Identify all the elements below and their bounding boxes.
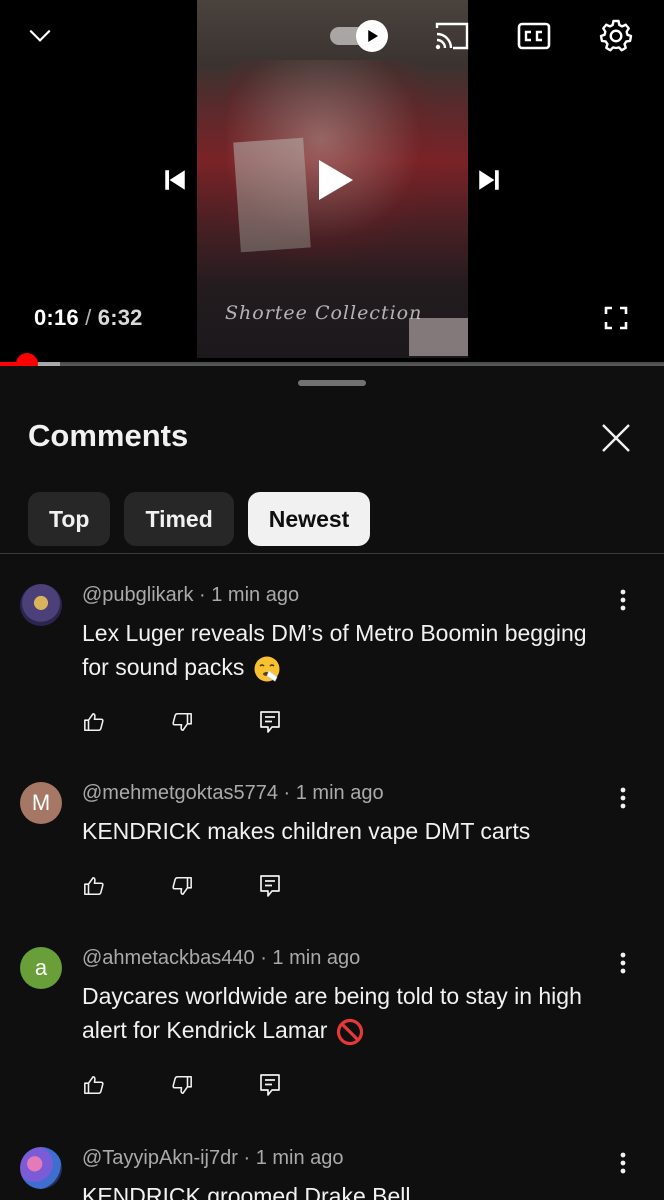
comment-text: KENDRICK groomed Drake Bell bbox=[82, 1183, 411, 1200]
autoplay-toggle[interactable] bbox=[330, 18, 392, 54]
more-vert-icon bbox=[620, 787, 626, 809]
comment-meta: @TayyipAkn-ij7dr · 1 min ago bbox=[82, 1147, 344, 1169]
prohibited-icon bbox=[336, 1018, 363, 1046]
comment-text: KENDRICK makes children vape DMT carts bbox=[82, 818, 531, 844]
play-button[interactable] bbox=[300, 145, 370, 215]
close-icon bbox=[602, 424, 630, 452]
skip-previous-icon bbox=[165, 170, 185, 190]
closed-captions-icon bbox=[517, 22, 551, 50]
comments-title: Comments bbox=[28, 418, 189, 453]
thumbs-up-icon bbox=[84, 712, 104, 732]
video-player[interactable]: Shortee Collection 0:16 / 6:32 bbox=[0, 0, 664, 364]
comment-time: 1 min ago bbox=[211, 584, 300, 606]
comment-time: 1 min ago bbox=[255, 1147, 344, 1169]
comment-time: 1 min ago bbox=[295, 782, 384, 804]
autoplay-toggle-icon bbox=[356, 20, 388, 52]
comment-actions bbox=[72, 700, 336, 744]
avatar[interactable]: M bbox=[20, 782, 62, 824]
comment-text-block: KENDRICK makes children vape DMT carts bbox=[82, 814, 592, 848]
comment-menu-button[interactable] bbox=[605, 941, 641, 985]
comment-meta: @pubglikark · 1 min ago bbox=[82, 584, 300, 606]
reply-button[interactable] bbox=[248, 864, 292, 908]
comment-actions bbox=[72, 864, 336, 908]
like-button[interactable] bbox=[72, 864, 116, 908]
chip-top[interactable]: Top bbox=[28, 492, 111, 546]
reply-icon bbox=[260, 1074, 280, 1096]
dislike-button[interactable] bbox=[160, 1063, 204, 1107]
comment-text: Lex Luger reveals DM’s of Metro Boomin b… bbox=[82, 620, 587, 680]
reply-button[interactable] bbox=[248, 1063, 292, 1107]
video-watermark: Shortee Collection bbox=[225, 302, 423, 324]
comments-panel: Comments Top Timed Newest @pubglikark · … bbox=[0, 366, 664, 1200]
comment-author[interactable]: @TayyipAkn-ij7dr bbox=[82, 1147, 238, 1169]
comment-menu-button[interactable] bbox=[605, 776, 641, 820]
comment-filter-chips: Top Timed Newest bbox=[28, 492, 371, 546]
comment-author[interactable]: @mehmetgoktas5774 bbox=[82, 782, 278, 804]
like-button[interactable] bbox=[72, 700, 116, 744]
more-vert-icon bbox=[620, 589, 626, 611]
drag-handle[interactable] bbox=[298, 380, 366, 386]
fullscreen-icon bbox=[604, 306, 628, 330]
next-button[interactable] bbox=[464, 155, 514, 205]
comment-menu-button[interactable] bbox=[605, 1141, 641, 1185]
total-time: 6:32 bbox=[97, 305, 143, 330]
thumbs-down-icon bbox=[172, 876, 192, 896]
avatar-letter: M bbox=[31, 790, 51, 815]
thumbs-down-icon bbox=[172, 1075, 192, 1095]
comment-text-block: Lex Luger reveals DM’s of Metro Boomin b… bbox=[82, 616, 592, 684]
cast-button[interactable] bbox=[430, 14, 474, 58]
comment-text: Daycares worldwide are being told to sta… bbox=[82, 983, 582, 1043]
comment-text-block: KENDRICK groomed Drake Bell bbox=[82, 1179, 592, 1200]
more-vert-icon bbox=[620, 1152, 626, 1174]
captions-button[interactable] bbox=[512, 14, 556, 58]
time-separator: / bbox=[78, 305, 98, 330]
comment-menu-button[interactable] bbox=[605, 578, 641, 622]
dislike-button[interactable] bbox=[160, 864, 204, 908]
current-time: 0:16 bbox=[34, 305, 79, 330]
dislike-button[interactable] bbox=[160, 700, 204, 744]
close-comments-button[interactable] bbox=[594, 416, 638, 460]
avatar[interactable] bbox=[20, 1147, 62, 1189]
settings-button[interactable] bbox=[594, 14, 638, 58]
chevron-down-icon bbox=[29, 29, 51, 42]
thumbs-down-icon bbox=[172, 712, 192, 732]
comment-meta: @mehmetgoktas5774 · 1 min ago bbox=[82, 782, 384, 804]
avatar[interactable]: a bbox=[20, 947, 62, 989]
play-icon bbox=[319, 160, 353, 200]
chip-newest[interactable]: Newest bbox=[247, 492, 371, 546]
avatar[interactable] bbox=[20, 584, 62, 626]
avatar-letter: a bbox=[34, 955, 48, 980]
comment-time: 1 min ago bbox=[272, 947, 361, 969]
sneezing-face-icon bbox=[254, 656, 280, 682]
reply-icon bbox=[260, 711, 280, 733]
previous-button[interactable] bbox=[150, 155, 200, 205]
cast-icon bbox=[435, 22, 469, 50]
time-display: 0:16 / 6:32 bbox=[34, 305, 143, 331]
thumbs-up-icon bbox=[84, 876, 104, 896]
thumbs-up-icon bbox=[84, 1075, 104, 1095]
more-vert-icon bbox=[620, 952, 626, 974]
comment-text-block: Daycares worldwide are being told to sta… bbox=[82, 979, 592, 1047]
gear-icon bbox=[599, 19, 633, 52]
comment-author[interactable]: @pubglikark bbox=[82, 584, 193, 606]
divider bbox=[0, 553, 664, 554]
like-button[interactable] bbox=[72, 1063, 116, 1107]
comment-meta: @ahmetackbas440 · 1 min ago bbox=[82, 947, 361, 969]
reply-icon bbox=[260, 875, 280, 897]
skip-next-icon bbox=[479, 170, 499, 190]
comment-author[interactable]: @ahmetackbas440 bbox=[82, 947, 255, 969]
reply-button[interactable] bbox=[248, 700, 292, 744]
fullscreen-button[interactable] bbox=[596, 298, 636, 338]
chip-timed[interactable]: Timed bbox=[124, 492, 234, 546]
comment-actions bbox=[72, 1063, 336, 1107]
minimize-button[interactable] bbox=[18, 14, 62, 58]
